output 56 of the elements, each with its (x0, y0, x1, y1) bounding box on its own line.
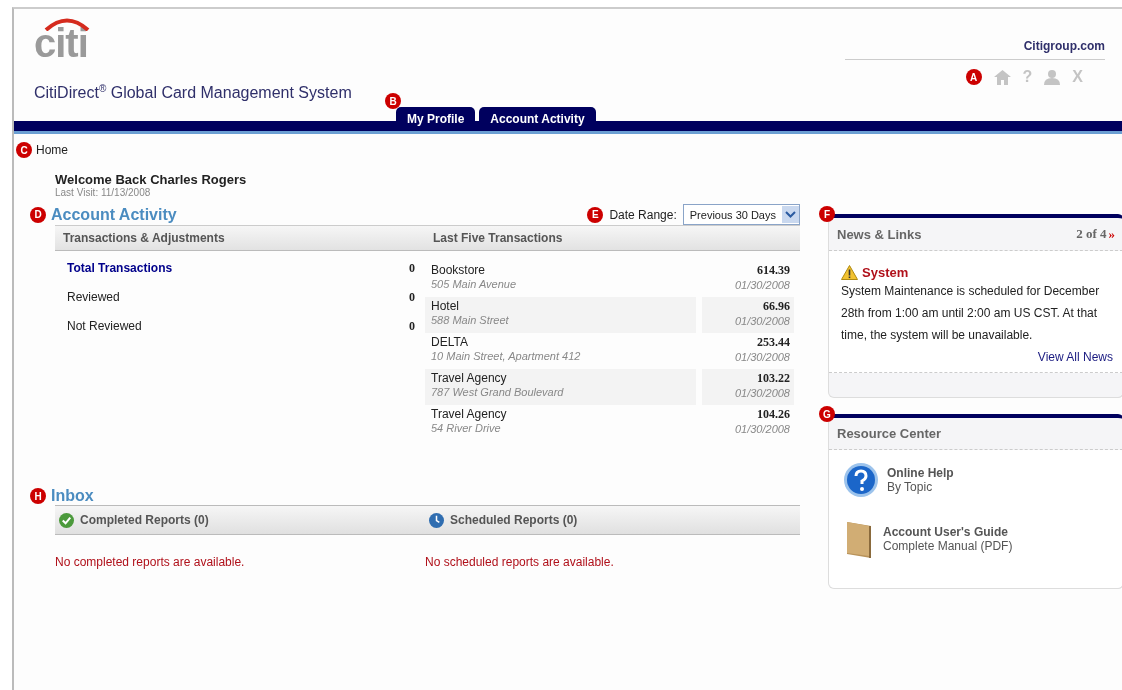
column-header: Scheduled Reports (0) (450, 513, 578, 527)
news-text: System Maintenance is scheduled for December 28th from 1:00 am until 2:00 am US CST. At that time, the system will be unavailable. (841, 283, 1101, 344)
callout-badge: G (819, 406, 835, 422)
card-title: Resource Center (837, 426, 942, 441)
column-header: Last Five Transactions (433, 231, 564, 245)
merchant-cell: Hotel 588 Main Street (425, 297, 696, 333)
merchant-cell-text: DELTA 10 Main Street, Apartment 412 (430, 334, 582, 364)
section-title: Inbox (51, 487, 94, 505)
empty-message: No completed reports are available. (55, 555, 246, 569)
callout-badge: A (965, 69, 982, 85)
next-link[interactable]: » (1108, 226, 1115, 242)
pager-text: 2 of 4 (1076, 226, 1107, 242)
card-title: News & Links (837, 226, 922, 242)
welcome-heading: Welcome Back Charles Rogers (55, 172, 248, 187)
date-range-dropdown[interactable]: Previous 30 Days (682, 204, 800, 225)
resource-link[interactable]: Account User's Guide (883, 525, 1013, 539)
warning-icon (841, 265, 858, 280)
callout-badge: F (819, 206, 835, 222)
resource-subtitle: By Topic (887, 480, 934, 494)
resource-link[interactable]: Online Help (887, 466, 954, 480)
view-all-link[interactable]: View All News (841, 350, 1113, 364)
summary-link[interactable]: Total Transactions (67, 261, 173, 290)
amount-cell-text: 104.26 01/30/2008 (733, 406, 791, 437)
amount-cell: 103.22 01/30/2008 (702, 369, 794, 405)
amount-cell-text: 614.39 01/30/2008 (733, 262, 791, 293)
merchant-cell-text: Bookstore 505 Main Avenue (430, 262, 517, 292)
news-title: System (862, 265, 909, 280)
check-icon (59, 512, 74, 528)
app-title: CitiDirect$^{®}$ Global Card Management System (34, 83, 352, 103)
callout-badge: B (385, 93, 401, 109)
last-visit-text: Last Visit: 11/13/2008 (55, 187, 152, 198)
empty-message: No scheduled reports are available. (425, 555, 615, 569)
chevron-down-icon (785, 211, 796, 218)
callout-badge: H (30, 488, 46, 504)
amount-cell: 66.96 01/30/2008 (702, 297, 794, 333)
clock-icon (429, 512, 444, 528)
callout-badge: E (587, 206, 604, 223)
callout-badge: C (16, 142, 32, 158)
citi-logo: citi (34, 17, 88, 63)
summary-label: Not Reviewed (67, 319, 142, 335)
column-header: Completed Reports (0) (80, 513, 209, 527)
summary-count: 0 (409, 261, 415, 277)
merchant-cell-text: Travel Agency 54 River Drive (430, 406, 508, 436)
summary-count: 0 (409, 319, 415, 335)
merchant-cell: Travel Agency 787 West Grand Boulevard (425, 369, 696, 405)
column-header: Transactions & Adjustments (63, 231, 226, 245)
section-title: Account Activity (51, 205, 177, 224)
summary-label: Reviewed (67, 290, 120, 306)
citigroup-link[interactable]: Citigroup.com (845, 39, 1105, 60)
help-icon[interactable] (843, 462, 879, 498)
resource-subtitle: Complete Manual (PDF) (883, 539, 1013, 553)
date-range-label: Date Range: (609, 207, 677, 222)
breadcrumb-link[interactable]: Home (36, 143, 68, 157)
summary-count: 0 (409, 290, 415, 306)
callout-badge: D (30, 206, 46, 223)
amount-cell-text: 253.44 01/30/2008 (733, 334, 791, 365)
